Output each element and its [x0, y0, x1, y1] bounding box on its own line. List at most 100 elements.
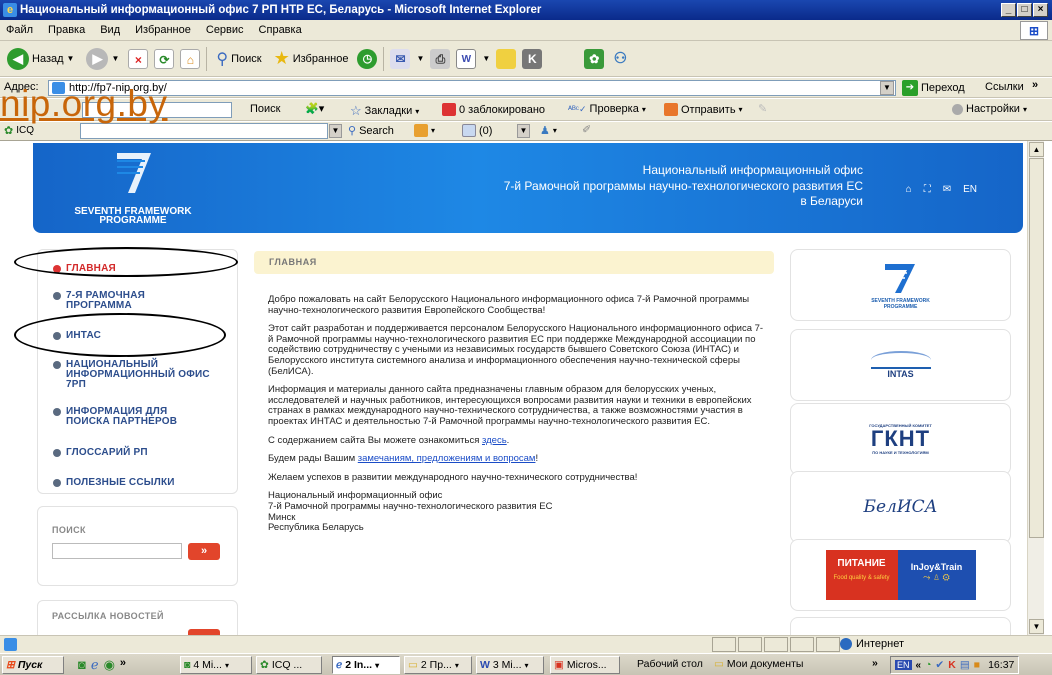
quicklaunch-icon[interactable]: ◙: [78, 657, 86, 673]
close-button[interactable]: ×: [1033, 3, 1048, 17]
desktop-toolbar[interactable]: Рабочий стол: [637, 658, 703, 670]
menu-file[interactable]: Файл: [6, 24, 33, 36]
mydocs-toolbar[interactable]: ▭ Мои документы: [714, 658, 803, 670]
history-icon[interactable]: ◷: [357, 48, 378, 69]
minimize-button[interactable]: _: [1001, 3, 1016, 17]
chevron-more-icon[interactable]: »: [1032, 79, 1038, 91]
text-span: .: [506, 434, 510, 446]
print-icon[interactable]: ⎙: [430, 48, 451, 69]
settings-button[interactable]: Настройки ▾: [952, 103, 1027, 115]
puzzle-icon[interactable]: 🧩▾: [305, 102, 324, 115]
chevron-down-icon[interactable]: ▼: [416, 54, 424, 63]
partner-gknt[interactable]: ГОСУДАРСТВЕННЫЙ КОМИТЕТ ГКНТ ПО НАУКЕ И …: [790, 403, 1011, 475]
pitanie-sub-text: Food quality & safety: [833, 575, 890, 581]
injoy-icons: ⤳ ♙ ⚙: [923, 572, 950, 582]
scroll-thumb[interactable]: [1029, 158, 1044, 538]
person-icon[interactable]: ♟ ▾: [540, 124, 557, 137]
partner-pitanie[interactable]: ПИТАНИЕ Food quality & safety InJoy&Trai…: [790, 539, 1011, 611]
partner-belisa[interactable]: БелИСА: [790, 471, 1011, 543]
favorites-button[interactable]: ★ Избранное: [271, 46, 352, 72]
nav-item-links[interactable]: ПОЛЕЗНЫЕ ССЫЛКИ: [53, 478, 175, 488]
counter-dropdown-icon[interactable]: ▼: [517, 124, 530, 138]
tray-icon[interactable]: ◔: [925, 659, 931, 671]
signature: Национальный информационный офис 7-й Рам…: [268, 491, 768, 533]
task-word[interactable]: W3 Mi... ▾: [476, 656, 544, 674]
network-icon[interactable]: ▤: [960, 659, 970, 671]
site-search-go-button[interactable]: »: [188, 543, 220, 560]
settings-label: Настройки: [966, 103, 1020, 115]
nav-item-partner-search[interactable]: ИНФОРМАЦИЯ ДЛЯ ПОИСКА ПАРТНЕРОВ: [53, 407, 203, 427]
partner-fp7[interactable]: SEVENTH FRAMEWORK PROGRAMME: [790, 249, 1011, 321]
folder-icon[interactable]: [496, 48, 517, 69]
media-icon[interactable]: ◉: [104, 657, 115, 673]
blocker-icon: [442, 103, 456, 116]
partner-next[interactable]: [790, 617, 1011, 635]
nav-item-home[interactable]: ГЛАВНАЯ: [53, 264, 116, 274]
spellcheck-button[interactable]: ᴬᴮᶜ✓ Проверка ▾: [568, 103, 646, 115]
window-title-bar[interactable]: e Национальный информационный офис 7 РП …: [0, 0, 1052, 20]
weather-icon[interactable]: ▾: [414, 124, 435, 137]
task-microsoft[interactable]: ▣ Micros...: [550, 656, 620, 674]
chevron-left-icon[interactable]: «: [916, 660, 922, 671]
users-icon[interactable]: ⚇: [610, 49, 630, 69]
menu-help[interactable]: Справка: [259, 24, 302, 36]
language-indicator[interactable]: EN: [895, 660, 912, 670]
site-search-input[interactable]: [52, 543, 182, 559]
chevron-more-icon[interactable]: »: [120, 657, 126, 673]
nav-item-national-office[interactable]: НАЦИОНАЛЬНЫЙ ИНФОРМАЦИОННЫЙ ОФИС 7РП: [53, 360, 223, 390]
contents-link[interactable]: здесь: [482, 435, 507, 446]
mail-icon[interactable]: ✉: [390, 48, 411, 69]
vertical-scrollbar[interactable]: ▲ ▼: [1027, 141, 1044, 635]
task-internet-explorer[interactable]: ℯ2 In... ▾: [332, 656, 400, 674]
bookmarks-button[interactable]: ☆ Закладки ▾: [350, 103, 419, 119]
tray-icon[interactable]: ✔: [935, 659, 944, 671]
partner-intas[interactable]: INTAS: [790, 329, 1011, 401]
home-icon[interactable]: ⌂: [906, 184, 912, 195]
word-icon[interactable]: W: [456, 48, 477, 69]
home-icon[interactable]: ⌂: [180, 48, 201, 69]
maximize-button[interactable]: □: [1017, 3, 1032, 17]
search-button[interactable]: ⚲ Поиск: [213, 46, 264, 72]
security-zone: Интернет: [840, 638, 904, 650]
forward-button[interactable]: ▶ ▼: [83, 46, 122, 72]
task-icq[interactable]: ✿ ICQ ...: [256, 656, 322, 674]
icq-dropdown-icon[interactable]: ▼: [329, 124, 342, 138]
address-input[interactable]: http://fp7-nip.org.by/: [48, 80, 896, 96]
tray-icon[interactable]: ■: [974, 659, 980, 671]
popup-blocker[interactable]: 0 заблокировано: [442, 103, 545, 116]
mail-icon[interactable]: ✉: [943, 184, 951, 195]
chevron-more-icon[interactable]: »: [872, 657, 878, 669]
start-button[interactable]: ⊞ Пуск: [2, 656, 64, 674]
scroll-up-icon[interactable]: ▲: [1029, 142, 1044, 157]
address-dropdown-icon[interactable]: ▼: [880, 81, 894, 95]
purpose-paragraph: Информация и материалы данного сайта пре…: [268, 384, 752, 427]
menu-edit[interactable]: Правка: [48, 24, 85, 36]
refresh-icon[interactable]: ⟳: [154, 48, 175, 69]
icq-search-button[interactable]: ⚲ Search: [348, 124, 394, 138]
chevron-down-icon[interactable]: ▼: [482, 54, 490, 63]
messenger-icon[interactable]: ✿: [584, 48, 605, 69]
ie-quicklaunch-icon[interactable]: ℯ: [91, 657, 99, 673]
stop-icon[interactable]: ×: [128, 48, 149, 69]
menu-favorites[interactable]: Избранное: [135, 24, 191, 36]
links-button[interactable]: Ссылки: [985, 81, 1024, 93]
mail-counter[interactable]: (0): [462, 124, 492, 137]
task-explorer[interactable]: ▭ 2 Пр... ▾: [404, 656, 472, 674]
menu-tools[interactable]: Сервис: [206, 24, 244, 36]
lang-en-link[interactable]: EN: [963, 184, 977, 195]
k-tray-icon[interactable]: K: [948, 659, 956, 671]
k-icon[interactable]: K: [522, 48, 543, 69]
sitemap-icon[interactable]: ⛶: [924, 184, 931, 195]
task-mail[interactable]: ◙ 4 Mi... ▾: [180, 656, 252, 674]
google-search-button[interactable]: Поиск: [250, 103, 280, 115]
nav-item-fp7[interactable]: 7-Я РАМОЧНАЯ ПРОГРАММА: [53, 291, 183, 311]
back-button[interactable]: ◀ Назад ▼: [4, 46, 77, 72]
gknt-bottom-text: ПО НАУКЕ И ТЕХНОЛОГИЯМ: [872, 450, 929, 455]
nav-item-glossary[interactable]: ГЛОССАРИЙ РП: [53, 448, 148, 458]
feedback-link[interactable]: замечаниям, предложениям и вопросам: [358, 453, 536, 464]
nav-item-intas[interactable]: ИНТАС: [53, 331, 101, 341]
send-button[interactable]: Отправить ▾: [664, 103, 743, 116]
menu-view[interactable]: Вид: [100, 24, 120, 36]
go-button[interactable]: ➔ Переход: [902, 80, 965, 96]
scroll-down-icon[interactable]: ▼: [1029, 619, 1044, 634]
